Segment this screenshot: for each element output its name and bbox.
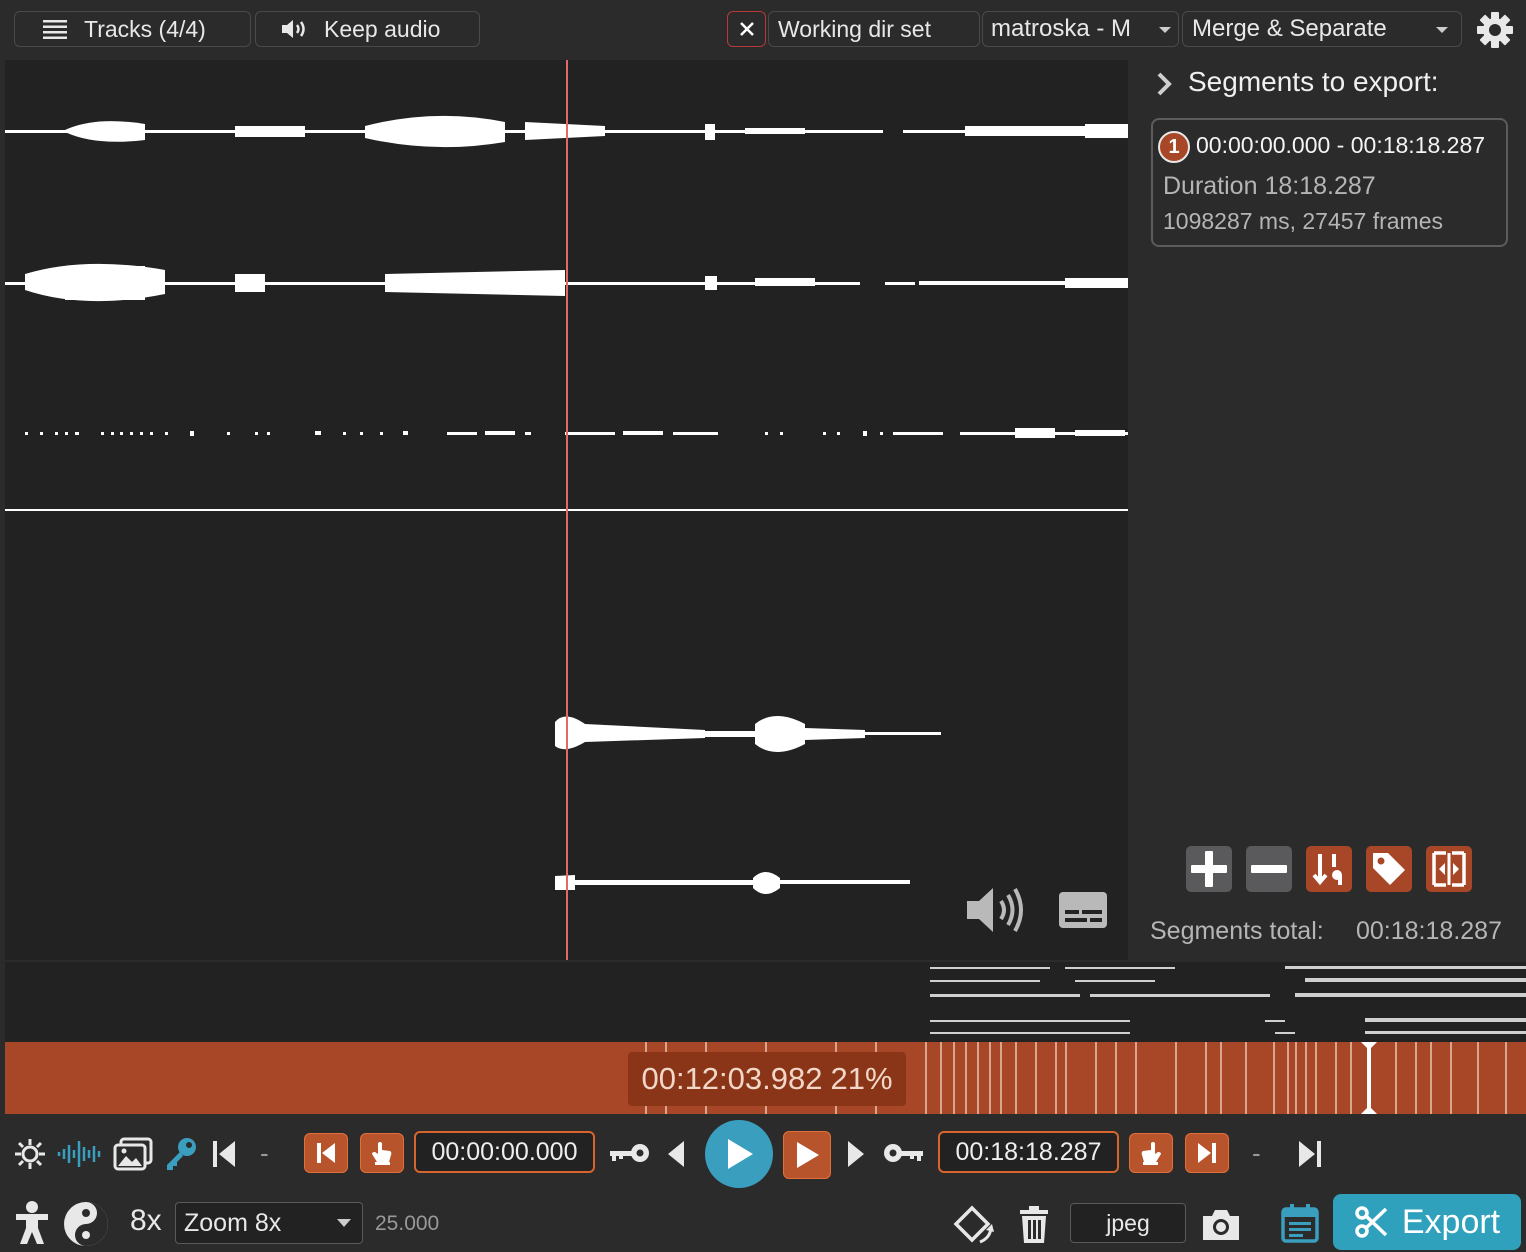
fps-value: 25.000 [375, 1212, 440, 1235]
keyframes-key-icon[interactable] [162, 1134, 200, 1174]
chevron-down-icon [1436, 27, 1448, 33]
waveform-toggle-icon[interactable] [56, 1136, 102, 1172]
sort-numeric-icon [1312, 854, 1342, 886]
set-cut-start-button[interactable] [360, 1133, 404, 1173]
jump-to-cut-end-button[interactable] [1185, 1133, 1229, 1173]
separator-right: - [1252, 1138, 1261, 1168]
list-icon [43, 20, 67, 39]
capture-format-value: jpeg [1106, 1209, 1150, 1236]
keep-audio-button[interactable]: Keep audio [255, 11, 480, 47]
sort-segments-button[interactable] [1306, 846, 1352, 892]
waveform-canvas[interactable] [5, 60, 1128, 960]
keep-audio-label: Keep audio [324, 15, 441, 42]
zoom-percent: 21% [830, 1061, 893, 1096]
segment-number-badge: 1 [1158, 131, 1190, 163]
jump-to-start-icon[interactable] [208, 1136, 240, 1172]
set-cut-end-button[interactable] [1129, 1133, 1173, 1173]
format-value: matroska - M [991, 15, 1132, 42]
working-dir-label: Working dir set [778, 15, 931, 42]
segment-detail: 1098287 ms, 27457 frames [1163, 208, 1444, 234]
tag-icon [1373, 853, 1405, 885]
current-time-display: 00:12:03.982 21% [628, 1052, 906, 1106]
current-time: 00:12:03.982 [641, 1061, 823, 1096]
prev-frame-icon[interactable] [663, 1136, 689, 1172]
tracks-label: Tracks (4/4) [84, 15, 206, 42]
jump-to-end-icon[interactable] [1294, 1136, 1326, 1172]
play-button[interactable] [705, 1120, 773, 1188]
segment-card[interactable]: 1 00:00:00.000 - 00:18:18.287 Duration 1… [1151, 118, 1508, 247]
rotate-icon[interactable] [948, 1202, 996, 1248]
export-label: Export [1401, 1202, 1501, 1241]
separator-left: - [260, 1138, 269, 1168]
zoom-select[interactable]: Zoom 8x [175, 1202, 363, 1244]
segments-panel: Segments to export: 1 00:00:00.000 - 00:… [1130, 60, 1526, 960]
plus-icon [1191, 851, 1227, 887]
jump-to-cut-start-button[interactable] [304, 1133, 348, 1173]
segments-total-value: 00:18:18.287 [1356, 917, 1502, 945]
segments-title: Segments to export: [1188, 66, 1439, 97]
mode-select[interactable]: Merge & Separate [1182, 11, 1462, 47]
segments-total-label: Segments total: [1150, 917, 1324, 945]
waveform-graphic [5, 60, 1128, 960]
trash-icon[interactable] [1014, 1202, 1054, 1248]
segment-number: 1 [1168, 135, 1180, 158]
overview-waveform[interactable] [5, 962, 1526, 1042]
subtitles-icon[interactable] [1055, 885, 1111, 935]
minus-icon [1251, 865, 1287, 873]
volume-icon[interactable] [960, 880, 1030, 940]
play-selection-button[interactable] [783, 1131, 831, 1179]
next-frame-icon[interactable] [843, 1136, 869, 1172]
format-select[interactable]: matroska - M [982, 11, 1179, 47]
chevron-down-icon [1159, 27, 1171, 33]
segment-duration: Duration 18:18.287 [1163, 172, 1376, 200]
top-toolbar: Tracks (4/4) Keep audio Working dir set … [0, 0, 1526, 60]
next-keyframe-key-icon[interactable] [880, 1138, 926, 1168]
working-dir-button[interactable]: Working dir set [768, 11, 980, 47]
split-icon [1432, 851, 1466, 887]
end-cut-marker [1361, 1042, 1377, 1114]
mode-value: Merge & Separate [1192, 15, 1387, 42]
accessibility-figure-icon[interactable] [12, 1198, 52, 1248]
camera-icon[interactable] [1198, 1204, 1244, 1246]
play-icon [797, 1142, 819, 1168]
settings-gear-icon[interactable] [1474, 9, 1516, 51]
cut-start-time: 00:00:00.000 [431, 1137, 578, 1166]
hand-pointer-icon [372, 1142, 392, 1165]
skip-forward-icon [1198, 1143, 1216, 1163]
label-segment-button[interactable] [1366, 846, 1412, 892]
add-segment-button[interactable] [1186, 846, 1232, 892]
controls-bar: - 00:00:00.000 00:18:18.287 - 8x Zoom 8x… [0, 1114, 1526, 1252]
clear-working-dir-button[interactable] [727, 11, 766, 47]
cut-end-time: 00:18:18.287 [955, 1137, 1102, 1166]
yin-yang-icon[interactable] [60, 1198, 112, 1250]
hand-pointer-icon [1141, 1142, 1161, 1165]
play-icon [728, 1139, 753, 1169]
tracks-button[interactable]: Tracks (4/4) [14, 11, 251, 47]
zoom-select-value: Zoom 8x [184, 1208, 282, 1237]
calendar-list-icon[interactable] [1277, 1200, 1323, 1246]
prev-keyframe-key-icon[interactable] [607, 1138, 653, 1168]
capture-format-select[interactable]: jpeg [1070, 1203, 1186, 1243]
skip-back-icon [317, 1143, 335, 1163]
timeline-bar[interactable]: 00:12:03.982 21% [5, 1042, 1526, 1114]
brightness-icon[interactable] [12, 1136, 48, 1172]
cut-end-time-input[interactable]: 00:18:18.287 [938, 1131, 1119, 1173]
close-icon [739, 22, 754, 36]
split-segment-button[interactable] [1426, 846, 1472, 892]
remove-segment-button[interactable] [1246, 846, 1292, 892]
thumbnails-icon[interactable] [112, 1134, 154, 1174]
cut-start-time-input[interactable]: 00:00:00.000 [414, 1131, 595, 1173]
overview-graphic [930, 966, 1526, 1034]
export-button[interactable]: Export [1333, 1194, 1521, 1250]
collapse-panel-chevron-icon[interactable] [1152, 70, 1176, 98]
speaker-icon [282, 20, 305, 38]
zoom-factor: 8x [130, 1204, 162, 1237]
chevron-down-icon [337, 1219, 351, 1227]
segment-range: 00:00:00.000 - 00:18:18.287 [1196, 132, 1486, 158]
scissors-icon [1355, 1206, 1388, 1238]
